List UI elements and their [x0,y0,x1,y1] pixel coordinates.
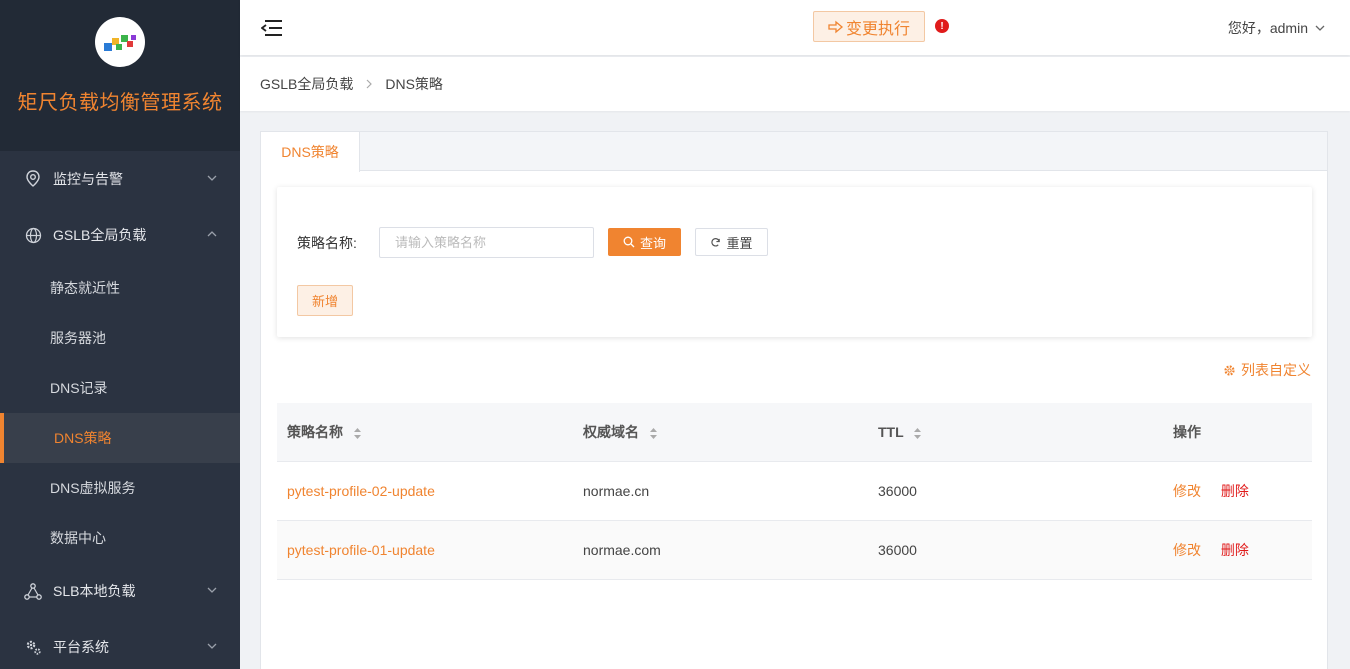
delete-link[interactable]: 删除 [1221,542,1249,558]
column-header-actions: 操作 [1173,424,1201,440]
search-icon [623,236,635,248]
tab-bar: DNS策略 [261,132,1327,172]
table-row: pytest-profile-02-update normae.cn 36000… [277,462,1312,521]
column-header-label: 权威域名 [583,424,639,440]
table-header: 策略名称 权威域名 TTL 操作 [277,403,1312,462]
column-header-domain[interactable]: 权威域名 [573,422,868,442]
policy-name-label: 策略名称: [297,235,357,251]
sidebar-item-static-proximity[interactable]: 静态就近性 [0,263,240,313]
sidebar-group-label: 平台系统 [53,639,109,655]
gears-icon [24,638,42,656]
sidebar-item-dns-virtual-service[interactable]: DNS虚拟服务 [0,463,240,513]
change-execute-label: 变更执行 [845,18,910,38]
user-greeting: 您好，admin [1227,20,1308,36]
sidebar-group-label: 监控与告警 [53,171,123,187]
breadcrumb-separator-icon [365,76,373,92]
query-button[interactable]: 查询 [608,228,681,256]
main-panel: DNS策略 策略名称: 查询 重置 新增 列表自定义 策略名称 权威域名 [260,131,1328,669]
dns-policy-table: 策略名称 权威域名 TTL 操作 pytest-profile-02-updat… [277,403,1312,580]
sort-icon[interactable] [913,427,922,440]
user-menu[interactable]: 您好，admin [1228,18,1326,38]
column-header-policy-name[interactable]: 策略名称 [277,422,573,442]
add-button[interactable]: 新增 [297,285,353,316]
refresh-icon [711,237,721,247]
sort-icon[interactable] [353,427,362,440]
brand-area: 矩尺负载均衡管理系统 [0,0,240,151]
query-button-label: 查询 [639,235,666,251]
list-customize-button[interactable]: 列表自定义 [1223,360,1311,380]
globe-icon [24,226,42,244]
sidebar-item-label: 数据中心 [50,530,106,546]
ttl-cell: 36000 [878,483,917,499]
table-row: pytest-profile-01-update normae.com 3600… [277,521,1312,580]
column-header-label: TTL [878,424,904,440]
chevron-down-icon [207,643,217,649]
app-title: 矩尺负载均衡管理系统 [17,90,223,114]
sidebar: 矩尺负载均衡管理系统 监控与告警 GSLB全局负载 静态就近性 服务器池 DNS… [0,0,240,669]
reset-button[interactable]: 重置 [695,228,768,256]
reset-button-label: 重置 [726,235,753,251]
sidebar-item-label: DNS虚拟服务 [50,480,136,496]
edit-link[interactable]: 修改 [1173,542,1201,558]
policy-name-input[interactable] [379,227,594,258]
column-header-ttl[interactable]: TTL [868,424,1163,440]
list-customize-label: 列表自定义 [1241,362,1311,378]
sidebar-group-slb[interactable]: SLB本地负载 [0,563,240,619]
change-execute-button[interactable]: 变更执行 [813,11,925,42]
domain-cell: normae.cn [583,483,650,499]
sidebar-item-dns-policy[interactable]: DNS策略 [0,413,240,463]
breadcrumb-item-current: DNS策略 [385,76,443,92]
top-header: 变更执行 ! 您好，admin [240,0,1350,55]
alert-icon[interactable]: ! [935,19,949,33]
app-logo [95,17,145,67]
gear-icon [1224,364,1235,376]
sidebar-group-label: SLB本地负载 [53,583,136,599]
sidebar-item-label: DNS记录 [50,380,108,396]
edit-link[interactable]: 修改 [1173,483,1201,499]
domain-cell: normae.com [583,542,661,558]
column-header-label: 策略名称 [287,424,343,440]
chevron-down-icon [1315,25,1325,31]
sort-icon[interactable] [649,427,658,440]
sidebar-item-label: 服务器池 [50,330,106,346]
chevron-down-icon [207,587,217,593]
sidebar-item-data-center[interactable]: 数据中心 [0,513,240,563]
sidebar-group-platform[interactable]: 平台系统 [0,619,240,669]
delete-link[interactable]: 删除 [1221,483,1249,499]
search-card: 策略名称: 查询 重置 新增 [277,187,1312,337]
sidebar-item-dns-record[interactable]: DNS记录 [0,363,240,413]
menu-collapse-icon[interactable] [261,18,283,38]
sidebar-group-monitor[interactable]: 监控与告警 [0,151,240,207]
tab-dns-policy[interactable]: DNS策略 [261,132,360,172]
sidebar-item-server-pool[interactable]: 服务器池 [0,313,240,363]
chevron-down-icon [207,175,217,181]
breadcrumb: GSLB全局负载 DNS策略 [240,57,1350,111]
sidebar-item-label: 静态就近性 [50,280,120,296]
policy-name-link[interactable]: pytest-profile-02-update [287,483,435,499]
arrow-right-icon [828,20,843,33]
sidebar-group-gslb[interactable]: GSLB全局负载 [0,207,240,263]
policy-name-link[interactable]: pytest-profile-01-update [287,542,435,558]
sidebar-item-label: DNS策略 [54,430,112,446]
breadcrumb-item-gslb[interactable]: GSLB全局负载 [260,74,353,94]
ttl-cell: 36000 [878,542,917,558]
network-nodes-icon [24,582,42,600]
location-pin-icon [24,170,42,188]
chevron-up-icon [207,231,217,237]
sidebar-group-label: GSLB全局负载 [53,227,147,243]
